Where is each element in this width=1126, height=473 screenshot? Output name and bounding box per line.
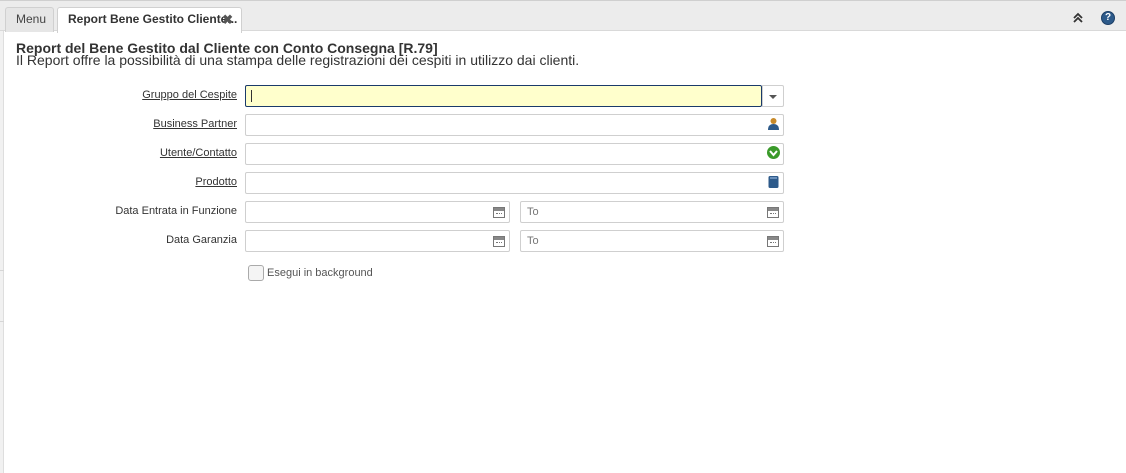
data-garanzia-label: Data Garanzia	[166, 234, 237, 246]
double-chevron-up-icon[interactable]	[1071, 11, 1085, 25]
chevron-down-icon	[769, 95, 777, 99]
prodotto-input[interactable]	[245, 172, 784, 194]
user-contact-icon[interactable]	[766, 145, 781, 160]
background-checkbox[interactable]	[248, 265, 264, 281]
page-description: Il Report offre la possibilità di una st…	[16, 52, 580, 68]
data-entrata-label: Data Entrata in Funzione	[115, 205, 237, 217]
to-placeholder: To	[527, 206, 539, 218]
calendar-icon[interactable]	[493, 207, 505, 218]
calendar-icon[interactable]	[767, 207, 779, 218]
data-entrata-from-input[interactable]	[245, 201, 510, 223]
tab-report[interactable]: Report Bene Gestito Cliente... ✖	[57, 7, 242, 33]
data-garanzia-from-input[interactable]	[245, 230, 510, 252]
calendar-icon[interactable]	[493, 236, 505, 247]
gruppo-cespite-dropdown-button[interactable]	[762, 85, 784, 107]
business-partner-icon[interactable]	[767, 117, 780, 131]
background-checkbox-label[interactable]: Esegui in background	[267, 267, 373, 279]
calendar-icon[interactable]	[767, 236, 779, 247]
gruppo-cespite-label[interactable]: Gruppo del Cespite	[57, 89, 237, 101]
business-partner-label[interactable]: Business Partner	[57, 118, 237, 130]
product-icon[interactable]	[768, 175, 779, 189]
help-icon[interactable]: ?	[1101, 11, 1115, 25]
tab-menu[interactable]: Menu	[5, 7, 54, 32]
tab-report-label: Report Bene Gestito Cliente...	[68, 12, 238, 26]
utente-contatto-input[interactable]	[245, 143, 784, 165]
business-partner-input[interactable]	[245, 114, 784, 136]
data-garanzia-to-input[interactable]: To	[520, 230, 784, 252]
tab-bar: Menu Report Bene Gestito Cliente... ✖ ?	[0, 0, 1126, 33]
prodotto-label[interactable]: Prodotto	[57, 176, 237, 188]
close-icon[interactable]: ✖	[222, 8, 233, 31]
utente-contatto-label[interactable]: Utente/Contatto	[57, 147, 237, 159]
gruppo-cespite-input[interactable]	[245, 85, 762, 107]
data-entrata-to-input[interactable]: To	[520, 201, 784, 223]
to-placeholder: To	[527, 235, 539, 247]
side-splitter[interactable]	[0, 31, 4, 473]
